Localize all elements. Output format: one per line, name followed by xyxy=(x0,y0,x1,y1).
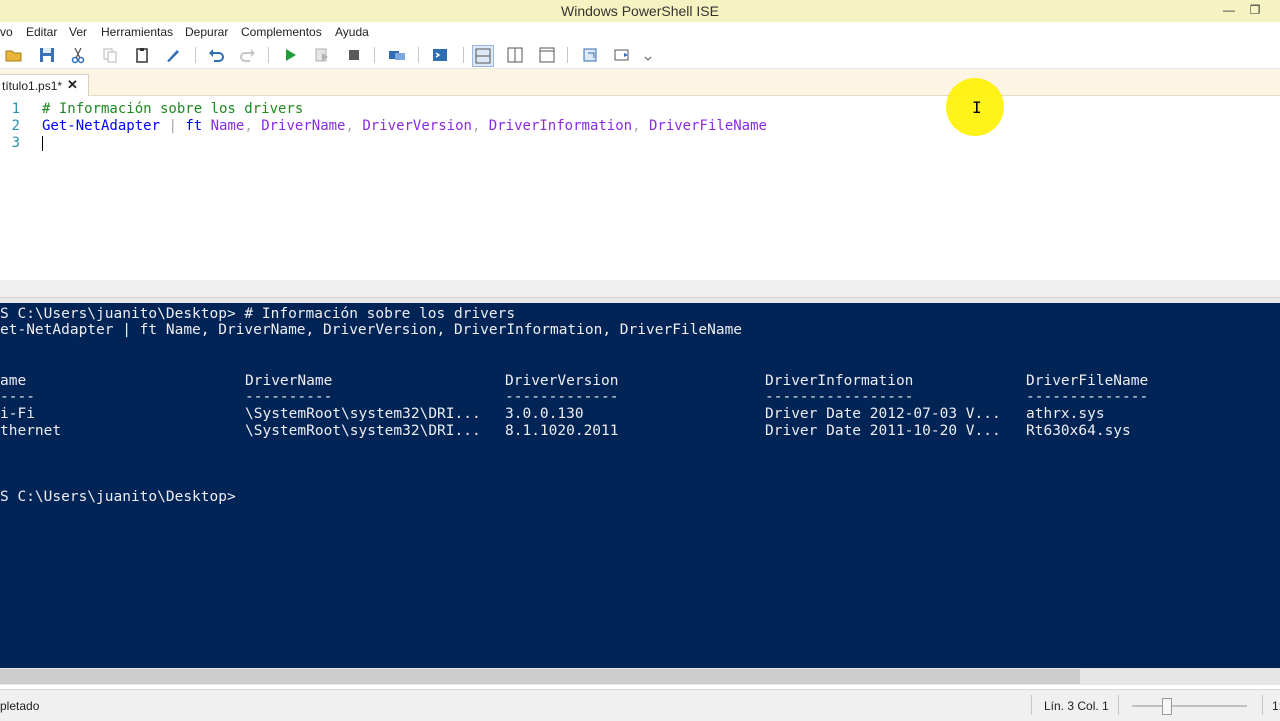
toolbar-separator xyxy=(268,47,269,63)
status-separator xyxy=(1031,695,1032,715)
toolbar-separator xyxy=(463,47,464,63)
menu-complementos[interactable]: Complementos xyxy=(241,25,322,39)
menu-archivo[interactable]: vo xyxy=(0,25,13,39)
layout-max-icon[interactable] xyxy=(537,45,557,65)
script-editor[interactable]: 1 2 3 # Información sobre los drivers Ge… xyxy=(0,96,1280,280)
menu-depurar[interactable]: Depurar xyxy=(185,25,228,39)
table-header: DriverVersion xyxy=(505,373,619,389)
tab-label: título1.ps1* xyxy=(2,79,63,93)
code-line-1: # Información sobre los drivers xyxy=(42,101,303,117)
code-arg: DriverVersion xyxy=(353,118,472,134)
console-prompt: S C:\Users\juanito\Desktop> xyxy=(0,489,236,505)
tab-strip: título1.ps1* ✕ xyxy=(0,69,1280,96)
paste-icon[interactable] xyxy=(132,45,152,65)
table-cell: i-Fi xyxy=(0,406,35,422)
table-underline: ---- xyxy=(0,389,35,405)
table-cell: 3.0.0.130 xyxy=(505,406,584,422)
stop-icon[interactable] xyxy=(344,45,364,65)
toolbar-separator xyxy=(418,47,419,63)
minimize-button[interactable]: — xyxy=(1220,2,1238,18)
line-number: 1 xyxy=(11,101,20,117)
window-title: Windows PowerShell ISE xyxy=(561,3,719,19)
console-line: et-NetAdapter | ft Name, DriverName, Dri… xyxy=(0,322,743,338)
run-selection-icon[interactable] xyxy=(312,45,332,65)
console-pane[interactable]: S C:\Users\juanito\Desktop> # Informació… xyxy=(0,303,1280,668)
remote-icon[interactable] xyxy=(387,45,407,65)
table-cell: 8.1.1020.2011 xyxy=(505,423,619,439)
status-separator xyxy=(1262,695,1263,715)
ibeam-cursor-icon: I xyxy=(972,98,982,117)
menu-ayuda[interactable]: Ayuda xyxy=(335,25,369,39)
title-bar: Windows PowerShell ISE — ❐ xyxy=(0,0,1280,23)
table-cell: \SystemRoot\system32\DRI... xyxy=(245,406,481,422)
line-number: 3 xyxy=(11,135,20,151)
open-icon[interactable] xyxy=(4,45,24,65)
code-line-2: Get-NetAdapter | ft Name, DriverName, Dr… xyxy=(42,118,767,134)
code-arg: Name xyxy=(202,118,245,134)
table-underline: ---------- xyxy=(245,389,333,405)
addon-icon[interactable] xyxy=(612,45,632,65)
menu-ver[interactable]: Ver xyxy=(69,25,87,39)
table-cell: Rt630x64.sys xyxy=(1026,423,1131,439)
snippet-icon[interactable] xyxy=(580,45,600,65)
text-caret xyxy=(42,136,43,151)
copy-icon[interactable] xyxy=(100,45,120,65)
table-cell: Driver Date 2011-10-20 V... xyxy=(765,423,1001,439)
table-cell: \SystemRoot\system32\DRI... xyxy=(245,423,481,439)
code-arg: DriverFileName xyxy=(640,118,767,134)
zoom-slider-thumb[interactable] xyxy=(1162,698,1172,715)
status-bar: pletado Lín. 3 Col. 1 1: xyxy=(0,689,1280,721)
menu-herramientas[interactable]: Herramientas xyxy=(101,25,173,39)
table-header: DriverInformation xyxy=(765,373,914,389)
close-icon[interactable]: ✕ xyxy=(67,77,78,93)
cut-icon[interactable] xyxy=(68,45,88,65)
status-text: pletado xyxy=(0,699,40,713)
table-cell: Driver Date 2012-07-03 V... xyxy=(765,406,1001,422)
toolbar xyxy=(0,42,1280,69)
clear-icon[interactable] xyxy=(163,45,183,65)
code-arg: DriverName xyxy=(252,118,346,134)
menu-editar[interactable]: Editar xyxy=(26,25,57,39)
layout-top-icon[interactable] xyxy=(472,45,494,67)
toolbar-separator xyxy=(374,47,375,63)
code-alias: ft xyxy=(185,118,203,134)
redo-icon[interactable] xyxy=(238,45,258,65)
table-header: DriverName xyxy=(245,373,333,389)
zoom-level: 1: xyxy=(1272,699,1280,713)
run-icon[interactable] xyxy=(280,45,300,65)
zoom-slider-track[interactable] xyxy=(1132,705,1247,707)
code-comma: , xyxy=(345,118,354,134)
save-icon[interactable] xyxy=(37,45,57,65)
table-underline: ------------- xyxy=(505,389,619,405)
console-icon[interactable] xyxy=(430,45,450,65)
cursor-position: Lín. 3 Col. 1 xyxy=(1044,699,1109,713)
table-header: ame xyxy=(0,373,27,389)
tab-script[interactable]: título1.ps1* ✕ xyxy=(0,74,89,96)
scrollbar-thumb[interactable] xyxy=(0,669,1080,684)
table-underline: ----------------- xyxy=(765,389,914,405)
code-arg: DriverInformation xyxy=(480,118,633,134)
table-cell: thernet xyxy=(0,423,62,439)
code-command: Get-NetAdapter xyxy=(42,118,161,134)
layout-right-icon[interactable] xyxy=(505,45,525,65)
table-underline: -------------- xyxy=(1026,389,1149,405)
code-comma: , xyxy=(244,118,253,134)
code-comma: , xyxy=(632,118,641,134)
editor-scrollbar[interactable] xyxy=(0,280,1280,297)
code-pipe: | xyxy=(160,118,186,134)
status-separator xyxy=(1118,695,1119,715)
console-line: S C:\Users\juanito\Desktop> # Informació… xyxy=(0,306,516,322)
restore-button[interactable]: ❐ xyxy=(1246,2,1264,18)
console-scrollbar[interactable] xyxy=(0,668,1280,685)
toolbar-separator xyxy=(567,47,568,63)
more-icon[interactable] xyxy=(638,45,652,65)
toolbar-separator xyxy=(195,47,196,63)
code-comment: # Información sobre los drivers xyxy=(42,101,304,117)
table-header: DriverFileName xyxy=(1026,373,1149,389)
undo-icon[interactable] xyxy=(206,45,226,65)
menu-bar: vo Editar Ver Herramientas Depurar Compl… xyxy=(0,22,1280,42)
line-number: 2 xyxy=(11,118,20,134)
table-cell: athrx.sys xyxy=(1026,406,1105,422)
